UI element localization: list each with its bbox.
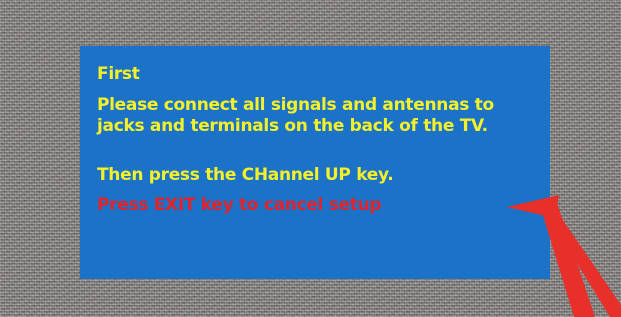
exit-cancel-prompt: Press EXIT key to cancel setup xyxy=(97,195,382,215)
arrow-pointer-icon xyxy=(507,195,621,317)
instruction-line-2: jacks and terminals on the back of the T… xyxy=(97,116,488,136)
setup-dialog: First Please connect all signals and ant… xyxy=(80,46,550,279)
tv-screen: First Please connect all signals and ant… xyxy=(0,0,621,317)
channel-up-prompt: Then press the CHannel UP key. xyxy=(97,165,394,185)
dialog-heading: First xyxy=(97,64,140,84)
instruction-line-1: Please connect all signals and antennas … xyxy=(97,95,494,115)
